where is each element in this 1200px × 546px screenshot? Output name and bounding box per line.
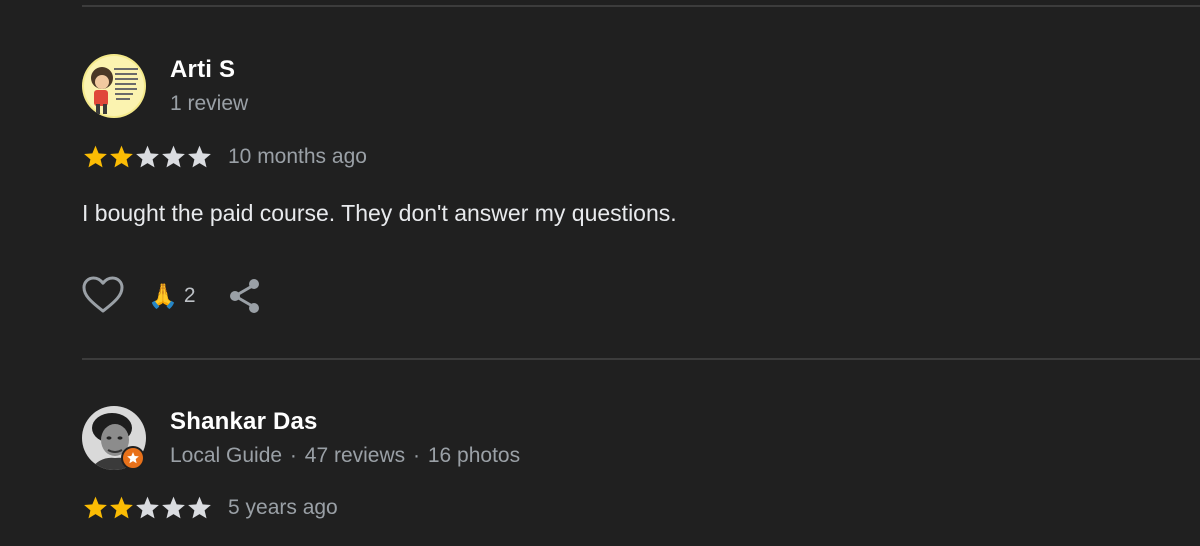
reviewer-avatar[interactable] — [82, 54, 146, 118]
divider — [82, 358, 1200, 360]
reviewer-meta[interactable]: 1 review — [170, 92, 248, 116]
star-filled-icon — [84, 496, 107, 519]
local-guide-label: Local Guide — [170, 444, 283, 467]
reaction-count: 2 — [183, 284, 196, 307]
local-guide-badge — [121, 446, 145, 470]
star-filled-icon — [84, 145, 107, 168]
star-rating — [82, 495, 212, 521]
folded-hands-icon: 🙏 — [148, 282, 178, 310]
share-icon — [229, 279, 259, 313]
star-empty-icon — [162, 145, 185, 168]
reviewer-meta[interactable]: Local Guide · 47 reviews · 16 photos — [170, 444, 520, 468]
reviewer-name[interactable]: Arti S — [170, 56, 235, 84]
reviewer-name[interactable]: Shankar Das — [170, 408, 318, 436]
star-filled-icon — [110, 496, 133, 519]
meta-separator: · — [289, 444, 297, 467]
star-filled-icon — [110, 145, 133, 168]
review-count: 47 reviews — [304, 444, 406, 467]
star-empty-icon — [162, 496, 185, 519]
star-rating — [82, 144, 212, 170]
like-button[interactable] — [82, 276, 124, 316]
cartoon-avatar-icon — [82, 54, 146, 118]
review-time: 5 years ago — [228, 496, 338, 519]
photo-count: 16 photos — [427, 444, 521, 467]
star-empty-icon — [188, 145, 211, 168]
local-guide-star-icon — [127, 452, 139, 464]
star-empty-icon — [188, 496, 211, 519]
review-text: I bought the paid course. They don't ans… — [82, 200, 677, 226]
star-empty-icon — [136, 145, 159, 168]
review-actions: 🙏 2 — [82, 276, 262, 316]
meta-separator: · — [413, 444, 420, 467]
rating-row: 10 months ago — [82, 142, 367, 172]
star-empty-icon — [136, 496, 159, 519]
reviews-page: Arti S 1 review 10 months ago I bought t… — [0, 0, 1200, 546]
reaction-button[interactable]: 🙏 2 — [148, 282, 196, 311]
share-button[interactable] — [228, 276, 262, 316]
review-time: 10 months ago — [228, 145, 367, 168]
rating-row: 5 years ago — [82, 493, 338, 523]
heart-outline-icon — [82, 276, 124, 313]
reviewer-avatar[interactable] — [82, 406, 146, 470]
divider — [82, 5, 1200, 7]
